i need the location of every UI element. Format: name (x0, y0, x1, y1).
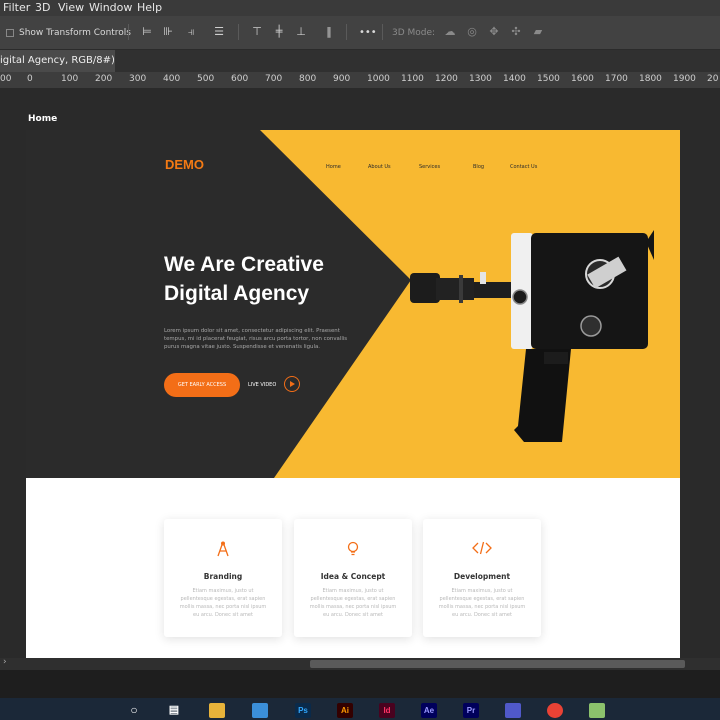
illustrator-icon[interactable]: Ai (337, 703, 353, 718)
hero-headline: We Are Creative Digital Agency (164, 250, 404, 308)
card-text: Etiam maximus, justo ut pellentesque ege… (438, 588, 526, 618)
card-text: Etiam maximus, justo ut pellentesque ege… (179, 588, 267, 618)
ruler-tick: 600 (231, 74, 249, 84)
nav-about-us[interactable]: About Us (368, 164, 391, 170)
headline-line-2: Digital Agency (164, 282, 310, 305)
ruler-tick: 0 (27, 74, 33, 84)
service-card-development[interactable]: Development Etiam maximus, justo ut pell… (423, 519, 541, 637)
horizontal-ruler: 00 0 100 200 300 400 500 600 700 800 900… (0, 72, 720, 89)
play-icon[interactable] (284, 376, 300, 392)
lightbulb-icon (294, 541, 412, 561)
ruler-tick: 20 (707, 74, 719, 84)
headline-line-1: We Are Creative (164, 253, 324, 276)
file-explorer-icon[interactable] (209, 703, 225, 718)
live-video-link[interactable]: LIVE VIDEO (248, 382, 276, 388)
ruler-tick: 1300 (469, 74, 492, 84)
distribute-icon[interactable]: ☰ (212, 26, 226, 38)
artboard[interactable]: DEMO Home About Us Services Blog Contact… (26, 130, 680, 658)
3d-mode-label: 3D Mode: (392, 28, 436, 38)
ruler-tick: 1700 (605, 74, 628, 84)
notepad-icon[interactable] (589, 703, 605, 718)
menu-filter[interactable]: Filter (3, 1, 30, 14)
orbit-3d-icon[interactable]: ☁ (443, 26, 457, 38)
separator (382, 24, 383, 40)
windows-taskbar (0, 698, 720, 720)
nav-blog[interactable]: Blog (473, 164, 484, 170)
ruler-tick: 100 (61, 74, 79, 84)
card-text: Etiam maximus, justo ut pellentesque ege… (309, 588, 397, 618)
distribute-v-icon[interactable]: ‖ (322, 26, 336, 38)
get-early-access-button[interactable]: GET EARLY ACCESS (164, 373, 240, 397)
align-bottom-icon[interactable]: ⊥ (294, 26, 308, 38)
ruler-tick: 00 (0, 74, 12, 84)
nav-contact-us[interactable]: Contact Us (510, 164, 537, 170)
align-middle-icon[interactable]: ╪ (272, 26, 286, 38)
align-left-icon[interactable]: ⊨ (140, 26, 154, 38)
hero-body-text: Lorem ipsum dolor sit amet, consectetur … (164, 328, 348, 350)
menu-window[interactable]: Window (89, 1, 132, 14)
ruler-tick: 900 (333, 74, 351, 84)
camera-3d-icon[interactable]: ▰ (531, 26, 545, 38)
ruler-tick: 400 (163, 74, 181, 84)
chrome-icon[interactable] (547, 703, 563, 718)
roll-3d-icon[interactable]: ◎ (465, 26, 479, 38)
menu-help[interactable]: Help (137, 1, 162, 14)
options-bar: Show Transform Controls ⊨ ⊪ ⫣ ☰ ⊤ ╪ ⊥ ‖ … (0, 16, 720, 50)
align-right-icon[interactable]: ⫣ (184, 26, 198, 38)
align-top-icon[interactable]: ⊤ (250, 26, 264, 38)
artboard-label[interactable]: Home (28, 114, 57, 124)
scrollbar-thumb[interactable] (310, 660, 685, 668)
ruler-tick: 1900 (673, 74, 696, 84)
separator (346, 24, 347, 40)
compass-icon (164, 541, 282, 561)
after-effects-icon[interactable]: Ae (421, 703, 437, 718)
service-card-idea-concept[interactable]: Idea & Concept Etiam maximus, justo ut p… (294, 519, 412, 637)
document-tab-bar: igital Agency, RGB/8#) × (0, 50, 720, 88)
ruler-tick: 1600 (571, 74, 594, 84)
ruler-tick: 1100 (401, 74, 424, 84)
ruler-tick: 500 (197, 74, 215, 84)
ruler-tick: 1800 (639, 74, 662, 84)
search-icon[interactable]: ○ (126, 703, 142, 718)
ruler-tick: 300 (129, 74, 147, 84)
card-title: Idea & Concept (320, 572, 386, 581)
nav-home[interactable]: Home (326, 164, 341, 170)
show-transform-checkbox[interactable] (6, 29, 14, 37)
ruler-tick: 1400 (503, 74, 526, 84)
ruler-tick: 700 (265, 74, 283, 84)
scroll-left-icon[interactable]: › (3, 657, 7, 667)
ruler-tick: 1500 (537, 74, 560, 84)
separator (238, 24, 239, 40)
ruler-tick: 1000 (367, 74, 390, 84)
premiere-icon[interactable]: Pr (463, 703, 479, 718)
code-icon (423, 541, 541, 559)
more-options-button[interactable]: ••• (359, 27, 377, 38)
indesign-icon[interactable]: Id (379, 703, 395, 718)
teams-icon[interactable] (505, 703, 521, 718)
ruler-tick: 800 (299, 74, 317, 84)
align-center-h-icon[interactable]: ⊪ (161, 26, 175, 38)
nav-services[interactable]: Services (419, 164, 440, 170)
document-tab[interactable]: igital Agency, RGB/8#) × (0, 50, 115, 88)
card-title: Branding (203, 572, 243, 581)
status-area (0, 670, 720, 698)
service-card-branding[interactable]: Branding Etiam maximus, justo ut pellent… (164, 519, 282, 637)
separator (128, 24, 129, 40)
menu-view[interactable]: View (58, 1, 84, 14)
ruler-tick: 200 (95, 74, 113, 84)
pan-3d-icon[interactable]: ✥ (487, 26, 501, 38)
card-title: Development (453, 572, 511, 581)
store-icon[interactable] (252, 703, 268, 718)
ruler-tick: 1200 (435, 74, 458, 84)
site-logo[interactable]: DEMO (165, 157, 204, 172)
document-tab-title: igital Agency, RGB/8#) (0, 55, 115, 66)
slide-3d-icon[interactable]: ✣ (509, 26, 523, 38)
menu-3d[interactable]: 3D (35, 1, 50, 14)
menu-bar: Filter 3D View Window Help (0, 0, 720, 16)
hero-section: DEMO Home About Us Services Blog Contact… (26, 130, 680, 478)
task-view-icon[interactable]: ▤ (166, 703, 182, 718)
photoshop-icon[interactable]: Ps (295, 703, 311, 718)
show-transform-label: Show Transform Controls (19, 28, 131, 38)
